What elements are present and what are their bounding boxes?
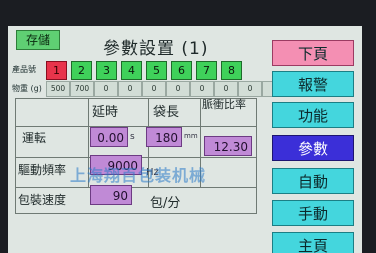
delay-value-field[interactable]: 0.00 bbox=[90, 127, 128, 147]
product-3-button[interactable]: 3 bbox=[96, 61, 117, 80]
weight-field-2[interactable]: 700 bbox=[70, 81, 94, 97]
bag-length-unit: mm bbox=[184, 132, 198, 140]
product-8-button[interactable]: 8 bbox=[221, 61, 242, 80]
row-run-label: 運転 bbox=[22, 131, 47, 145]
weight-field-8[interactable]: 0 bbox=[214, 81, 238, 97]
weight-label: 物重 (g) bbox=[12, 84, 42, 93]
product-2-button[interactable]: 2 bbox=[71, 61, 92, 80]
weight-field-9[interactable]: 0 bbox=[238, 81, 262, 97]
function-button[interactable]: 功能 bbox=[272, 102, 354, 128]
pulse-ratio-value-field[interactable]: 12.30 bbox=[204, 136, 252, 156]
page-title: 參數設置 (1) bbox=[103, 39, 209, 59]
weight-field-1[interactable]: 500 bbox=[46, 81, 70, 97]
row-pack-speed-label: 包裝速度 bbox=[18, 193, 67, 207]
manual-button[interactable]: 手動 bbox=[272, 200, 354, 226]
product-number-label: 產品號 bbox=[12, 65, 36, 74]
row-drive-freq-label: 驅動頻率 bbox=[18, 163, 67, 177]
parameters-button[interactable]: 參數 bbox=[272, 135, 354, 161]
product-5-button[interactable]: 5 bbox=[146, 61, 167, 80]
touch-screen: 存儲 參數設置 (1) 產品號 1 2 3 4 5 6 7 8 物重 (g) 5… bbox=[8, 26, 362, 253]
next-page-button[interactable]: 下頁 bbox=[272, 40, 354, 66]
home-button[interactable]: 主頁 bbox=[272, 232, 354, 253]
product-4-button[interactable]: 4 bbox=[121, 61, 142, 80]
delay-unit: s bbox=[130, 132, 135, 142]
product-7-button[interactable]: 7 bbox=[196, 61, 217, 80]
bag-length-value-field[interactable]: 180 bbox=[146, 127, 182, 147]
auto-button[interactable]: 自動 bbox=[272, 168, 354, 194]
alarm-button[interactable]: 報警 bbox=[272, 71, 354, 97]
weight-field-5[interactable]: 0 bbox=[142, 81, 166, 97]
weight-field-4[interactable]: 0 bbox=[118, 81, 142, 97]
product-1-button[interactable]: 1 bbox=[46, 61, 67, 80]
header-bag-length: 袋長 bbox=[153, 105, 180, 120]
watermark: 上海翔百包装机械 bbox=[70, 166, 207, 185]
header-pulse-ratio: 脈衝比率 bbox=[202, 98, 246, 111]
header-delay: 延時 bbox=[92, 105, 119, 120]
pack-speed-value-field[interactable]: 90 bbox=[90, 185, 132, 205]
weight-field-6[interactable]: 0 bbox=[166, 81, 190, 97]
pack-speed-unit: 包/分 bbox=[150, 196, 181, 211]
weight-field-7[interactable]: 0 bbox=[190, 81, 214, 97]
weight-field-3[interactable]: 0 bbox=[94, 81, 118, 97]
product-6-button[interactable]: 6 bbox=[171, 61, 192, 80]
save-button[interactable]: 存儲 bbox=[16, 30, 60, 50]
